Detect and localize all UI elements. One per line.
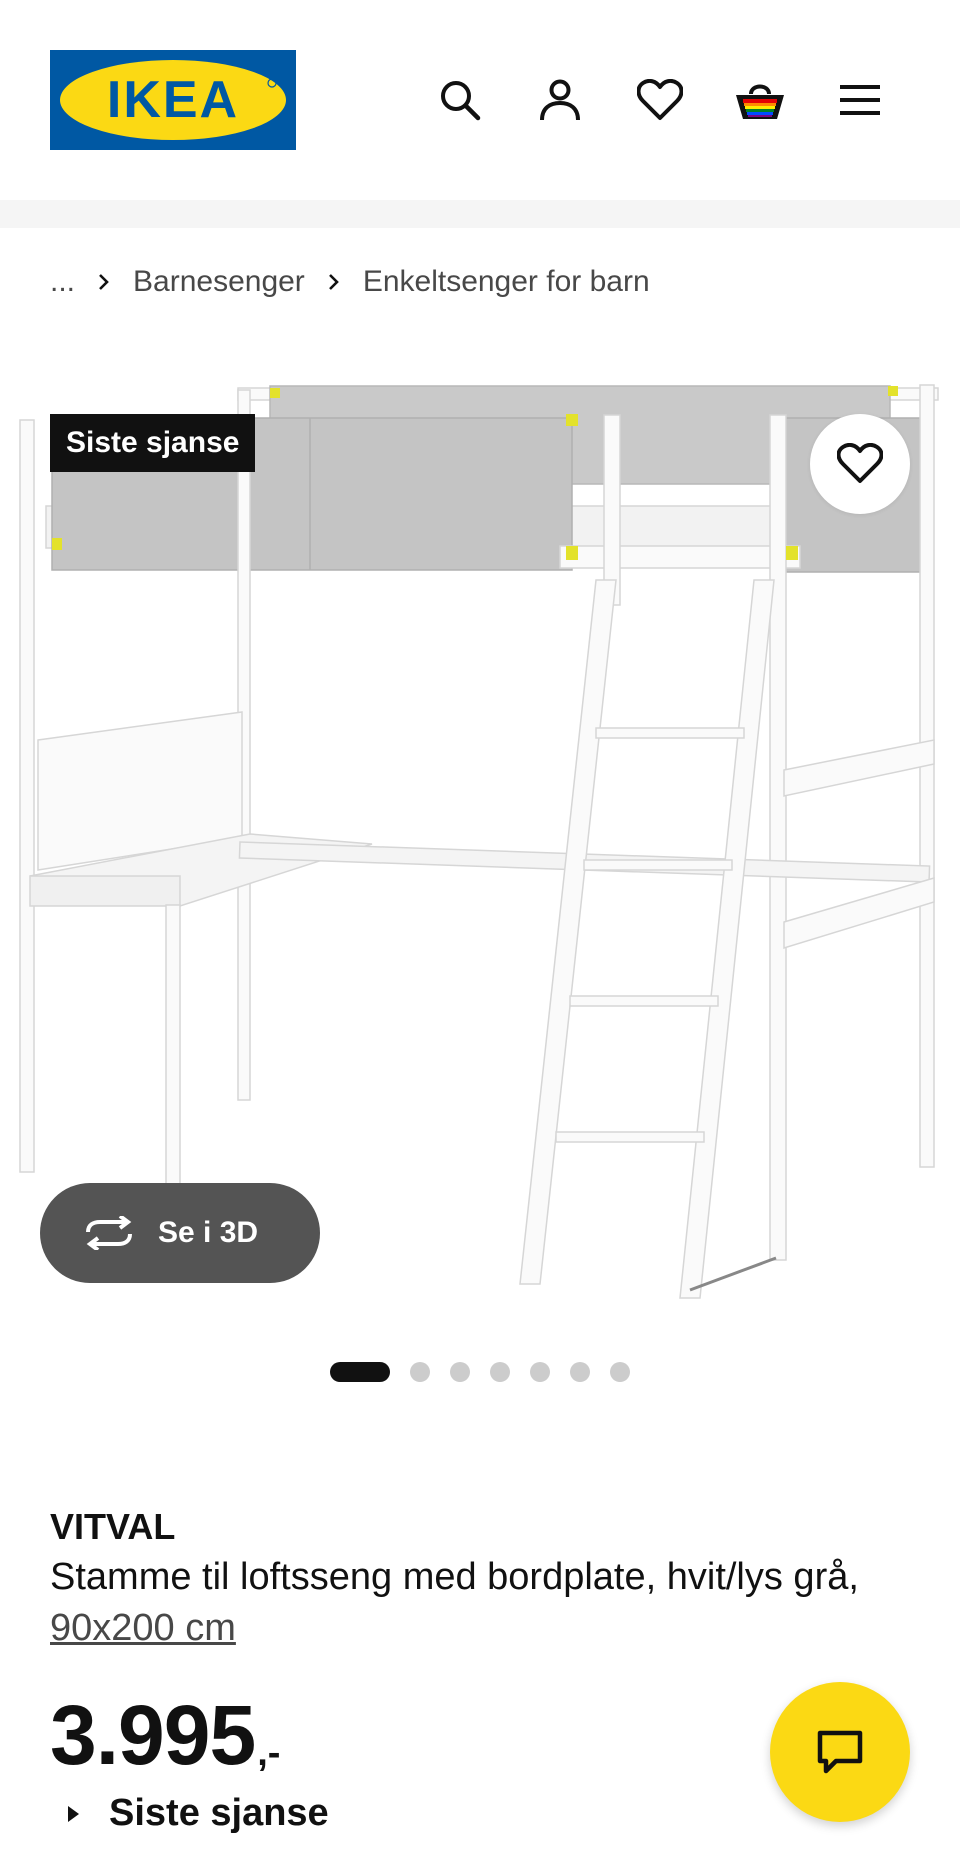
gallery-dot-1[interactable] bbox=[330, 1362, 390, 1382]
view-in-3d-button[interactable]: Se i 3D bbox=[40, 1183, 320, 1283]
gallery-dot-6[interactable] bbox=[570, 1362, 590, 1382]
add-to-favorites-button[interactable] bbox=[810, 414, 910, 514]
last-chance-badge: Siste sjanse bbox=[50, 414, 256, 472]
menu-icon bbox=[840, 85, 880, 115]
gallery-dot-3[interactable] bbox=[450, 1362, 470, 1382]
product-price: 3.995 ,- bbox=[50, 1690, 280, 1780]
product-description: Stamme til loftsseng med bordplate, hvit… bbox=[50, 1552, 900, 1654]
product-name: VITVAL bbox=[50, 1506, 176, 1547]
favorites-button[interactable] bbox=[630, 70, 690, 130]
account-button[interactable] bbox=[530, 70, 590, 130]
basket-button[interactable] bbox=[730, 70, 790, 130]
product-description-text: Stamme til loftsseng med bordplate, hvit… bbox=[50, 1556, 859, 1598]
product-image-gallery[interactable] bbox=[0, 370, 960, 1310]
gallery-dot-4[interactable] bbox=[490, 1362, 510, 1382]
rotate-3d-icon bbox=[82, 1216, 136, 1250]
last-chance-toggle[interactable]: Siste sjanse bbox=[68, 1792, 329, 1835]
chevron-right-icon bbox=[327, 272, 341, 292]
gallery-dot-7[interactable] bbox=[610, 1362, 630, 1382]
gallery-dot-2[interactable] bbox=[410, 1362, 430, 1382]
logo-text: IKEA bbox=[107, 71, 239, 129]
gallery-dot-5[interactable] bbox=[530, 1362, 550, 1382]
breadcrumb-item-enkeltsenger[interactable]: Enkeltsenger for barn bbox=[363, 265, 650, 299]
last-chance-label: Siste sjanse bbox=[109, 1792, 329, 1834]
account-icon bbox=[540, 79, 580, 121]
chat-icon bbox=[817, 1730, 863, 1774]
breadcrumb-ellipsis[interactable]: ... bbox=[50, 265, 75, 299]
menu-button[interactable] bbox=[830, 70, 890, 130]
ikea-logo[interactable]: IKEA bbox=[50, 50, 296, 150]
chat-button[interactable] bbox=[770, 1682, 910, 1822]
caret-right-icon bbox=[68, 1805, 79, 1822]
view-in-3d-label: Se i 3D bbox=[158, 1216, 259, 1249]
loft-bed-image bbox=[19, 384, 939, 1299]
gallery-pagination bbox=[330, 1362, 650, 1382]
chevron-right-icon bbox=[97, 272, 111, 292]
breadcrumb: ... Barnesenger Enkeltsenger for barn bbox=[50, 262, 650, 302]
favorites-icon bbox=[637, 79, 683, 120]
basket-icon bbox=[736, 84, 784, 119]
breadcrumb-item-barnesenger[interactable]: Barnesenger bbox=[133, 265, 305, 299]
product-size-link[interactable]: 90x200 cm bbox=[50, 1607, 236, 1649]
price-suffix: ,- bbox=[257, 1732, 281, 1774]
ikea-logo-graphic: IKEA bbox=[50, 50, 296, 150]
price-value: 3.995 bbox=[50, 1688, 256, 1782]
header: IKEA bbox=[0, 0, 960, 200]
search-button[interactable] bbox=[430, 70, 490, 130]
heart-icon bbox=[837, 443, 883, 483]
header-divider bbox=[0, 200, 960, 228]
search-icon bbox=[441, 81, 481, 121]
